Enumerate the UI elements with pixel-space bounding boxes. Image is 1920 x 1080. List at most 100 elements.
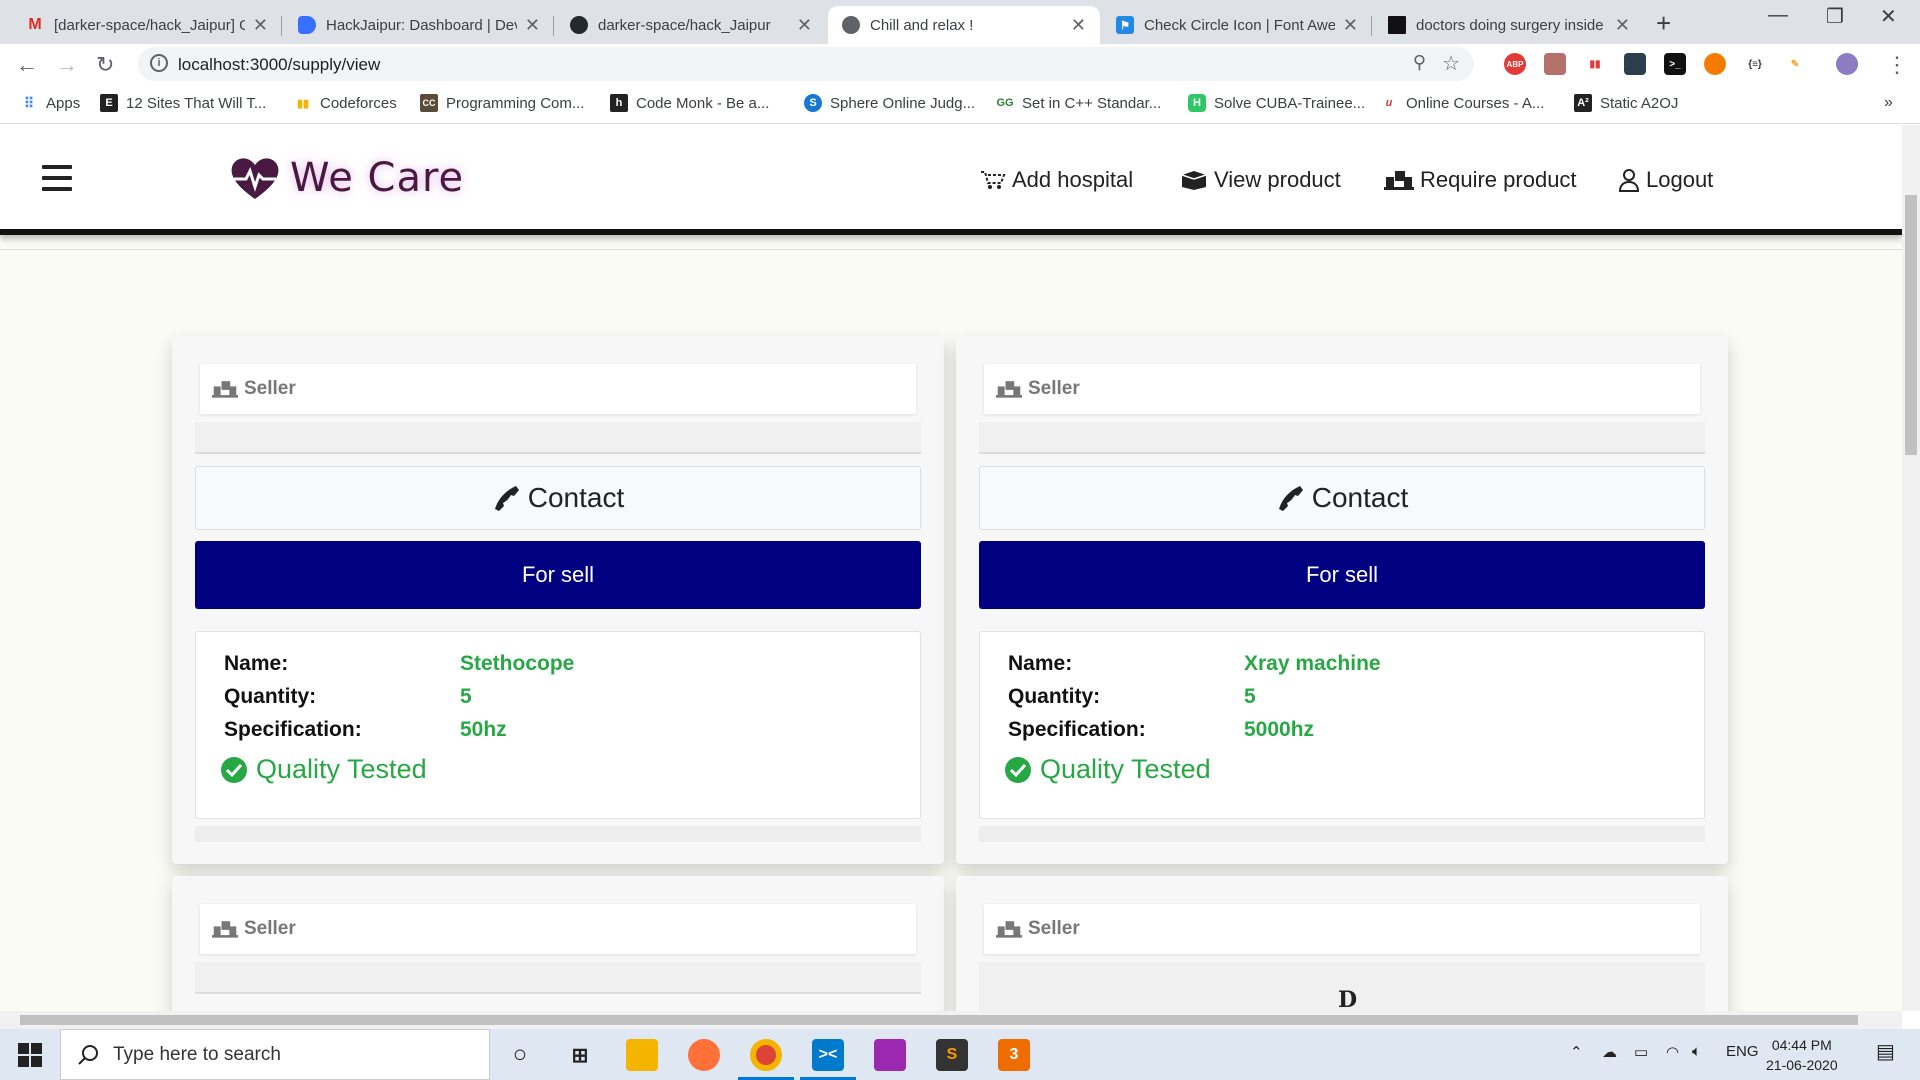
nav-require-product[interactable]: Require product bbox=[1384, 167, 1577, 193]
wifi-icon[interactable]: ◠ bbox=[1666, 1043, 1679, 1061]
bookmark-item[interactable]: E 12 Sites That Will T... bbox=[100, 94, 266, 112]
github-icon bbox=[570, 16, 588, 34]
language-indicator[interactable]: ENG bbox=[1726, 1043, 1759, 1060]
people-carry-icon bbox=[212, 381, 238, 398]
nav-add-hospital[interactable]: Add hospital bbox=[980, 167, 1133, 193]
seller-header: Seller bbox=[984, 364, 1700, 414]
system-clock[interactable]: 04:44 PM 21-06-2020 bbox=[1766, 1035, 1838, 1075]
gmail-icon: M bbox=[28, 16, 42, 33]
extension-icon[interactable] bbox=[1704, 53, 1726, 75]
new-tab-button[interactable]: + bbox=[1656, 8, 1671, 39]
notification-center-icon[interactable]: ▤ bbox=[1876, 1039, 1895, 1064]
browser-tab[interactable]: M [darker-space/hack_Jaipur] G ✕ bbox=[12, 6, 282, 44]
e-logo-icon: E bbox=[100, 94, 118, 112]
url-text[interactable]: localhost:3000/supply/view bbox=[178, 55, 380, 75]
browser-tab[interactable]: doctors doing surgery inside ✕ bbox=[1374, 6, 1644, 44]
pencil-extension-icon[interactable]: ✎ bbox=[1784, 53, 1806, 75]
cortana-icon[interactable]: ○ bbox=[504, 1039, 536, 1071]
nav-logout[interactable]: Logout bbox=[1618, 167, 1713, 193]
nav-view-product[interactable]: View product bbox=[1180, 167, 1341, 193]
address-bar[interactable]: i localhost:3000/supply/view ⚲ ☆ bbox=[138, 47, 1474, 81]
product-details: Name: Xray machine Quantity: 5 Specificati… bbox=[979, 631, 1705, 819]
search-icon bbox=[78, 1044, 98, 1065]
browser-tab[interactable]: darker-space/hack_Jaipur ✕ bbox=[556, 6, 826, 44]
pdf-extension-icon[interactable] bbox=[1544, 53, 1566, 75]
adblock-icon[interactable]: ABP bbox=[1504, 53, 1526, 75]
user-icon bbox=[1618, 169, 1640, 192]
reload-icon[interactable]: ↻ bbox=[96, 52, 114, 78]
heartbeat-icon bbox=[231, 158, 279, 199]
horizontal-scrollbar[interactable] bbox=[0, 1011, 1902, 1029]
tray-overflow-icon[interactable]: ⌃ bbox=[1570, 1043, 1583, 1061]
windows-start-icon[interactable] bbox=[18, 1043, 42, 1067]
back-icon[interactable]: ← bbox=[16, 52, 38, 78]
browser-menu-icon[interactable]: ⋮ bbox=[1886, 52, 1908, 78]
people-carry-icon bbox=[996, 381, 1022, 398]
firefox-icon[interactable] bbox=[688, 1039, 720, 1071]
cart-icon bbox=[981, 171, 1006, 189]
people-carry-icon bbox=[212, 921, 238, 938]
messenger-app-icon[interactable]: 3 bbox=[998, 1039, 1030, 1071]
volume-icon[interactable]: 🔈︎ bbox=[1692, 1043, 1701, 1060]
window-close-icon[interactable]: ✕ bbox=[1880, 4, 1897, 29]
for-sell-button[interactable]: For sell bbox=[195, 541, 921, 609]
minimize-icon[interactable]: — bbox=[1768, 4, 1788, 27]
restore-icon[interactable]: ❐ bbox=[1826, 4, 1844, 29]
extension-icon[interactable] bbox=[1624, 53, 1646, 75]
bookmark-apps[interactable]: ⠿ Apps bbox=[20, 94, 80, 112]
bookmark-item[interactable]: S Sphere Online Judg... bbox=[804, 94, 975, 112]
browser-tab-active[interactable]: Chill and relax ! ✕ bbox=[828, 6, 1100, 44]
json-extension-icon[interactable]: {≡} bbox=[1744, 53, 1766, 75]
sublime-text-icon[interactable]: S bbox=[936, 1039, 968, 1071]
contact-button[interactable]: Contact bbox=[979, 466, 1705, 530]
quality-tested-badge: Quality Tested bbox=[1004, 754, 1211, 785]
close-tab-icon[interactable]: ✕ bbox=[797, 15, 812, 36]
hackerrank-icon: H bbox=[1188, 94, 1206, 112]
forward-icon[interactable]: → bbox=[56, 52, 78, 78]
bookmark-item[interactable]: CC Programming Com... bbox=[420, 94, 584, 112]
close-tab-icon[interactable]: ✕ bbox=[1343, 15, 1358, 36]
colorpick-extension-icon[interactable]: ▮▮ bbox=[1584, 53, 1606, 75]
close-tab-icon[interactable]: ✕ bbox=[525, 15, 540, 36]
task-view-icon[interactable]: ⊞ bbox=[564, 1039, 596, 1071]
bookmark-item[interactable]: A² Static A2OJ bbox=[1574, 94, 1678, 112]
codechef-icon: CC bbox=[420, 94, 438, 112]
browser-tab[interactable]: ⚑ Check Circle Icon | Font Awe ✕ bbox=[1102, 6, 1372, 44]
close-tab-icon[interactable]: ✕ bbox=[1615, 15, 1630, 36]
chrome-icon[interactable] bbox=[750, 1039, 782, 1071]
vertical-scrollbar[interactable] bbox=[1902, 125, 1920, 1011]
bookmark-item[interactable]: H Solve CUBA-Trainee... bbox=[1188, 94, 1365, 112]
site-info-icon[interactable]: i bbox=[150, 54, 168, 72]
hamburger-menu-icon[interactable] bbox=[42, 165, 72, 191]
bookmark-item[interactable]: GG Set in C++ Standar... bbox=[996, 94, 1161, 112]
terminal-extension-icon[interactable]: >_ bbox=[1664, 53, 1686, 75]
seller-header: Seller bbox=[984, 904, 1700, 954]
brand-logo[interactable]: We Care bbox=[230, 155, 464, 201]
winrar-icon[interactable] bbox=[874, 1039, 906, 1071]
phone-icon bbox=[1278, 486, 1303, 511]
close-tab-icon[interactable]: ✕ bbox=[1071, 15, 1086, 36]
for-sell-button[interactable]: For sell bbox=[979, 541, 1705, 609]
file-explorer-icon[interactable] bbox=[626, 1039, 658, 1071]
browser-tab-strip: M [darker-space/hack_Jaipur] G ✕ HackJai… bbox=[0, 0, 1920, 44]
product-details: Name: Stethocope Quantity: 5 Specification… bbox=[195, 631, 921, 819]
bookmark-item[interactable]: ▮▮ Codeforces bbox=[294, 94, 397, 112]
browser-tab[interactable]: HackJaipur: Dashboard | Dev ✕ bbox=[284, 6, 554, 44]
zoom-icon[interactable]: ⚲ bbox=[1413, 52, 1426, 73]
seller-header: Seller bbox=[200, 904, 916, 954]
taskbar-search-input[interactable]: Type here to search bbox=[60, 1029, 490, 1080]
battery-icon[interactable]: ▭ bbox=[1634, 1043, 1648, 1061]
seller-header: Seller bbox=[200, 364, 916, 414]
seller-info-strip bbox=[979, 422, 1705, 454]
fontawesome-icon: ⚑ bbox=[1116, 16, 1134, 34]
bookmark-star-icon[interactable]: ☆ bbox=[1442, 51, 1460, 76]
vscode-icon[interactable]: >< bbox=[812, 1039, 844, 1071]
bookmark-item[interactable]: h Code Monk - Be a... bbox=[610, 94, 769, 112]
onedrive-icon[interactable]: ☁ bbox=[1602, 1043, 1617, 1061]
udemy-icon: u bbox=[1385, 97, 1393, 109]
close-tab-icon[interactable]: ✕ bbox=[253, 15, 268, 36]
profile-avatar[interactable] bbox=[1836, 53, 1858, 75]
bookmarks-overflow-icon[interactable]: » bbox=[1884, 94, 1893, 112]
bookmark-item[interactable]: u Online Courses - A... bbox=[1380, 94, 1545, 112]
contact-button[interactable]: Contact bbox=[195, 466, 921, 530]
